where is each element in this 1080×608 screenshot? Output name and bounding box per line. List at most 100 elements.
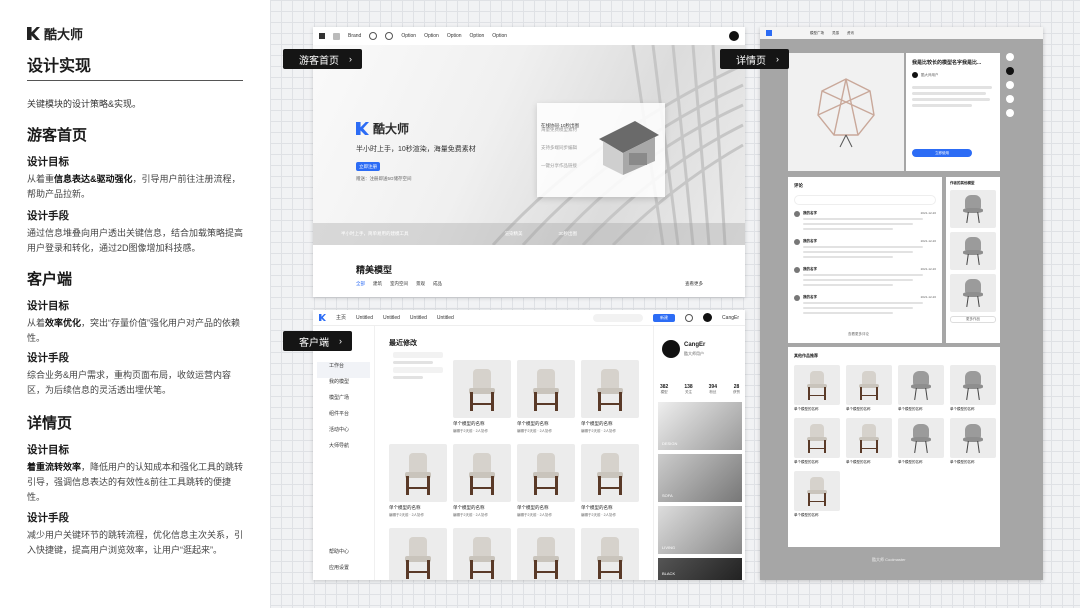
action-rail bbox=[1006, 53, 1016, 117]
comment-input[interactable] bbox=[794, 195, 936, 205]
brand-name[interactable]: Brand bbox=[348, 33, 361, 39]
related-card[interactable]: 单个模型的名称 bbox=[950, 418, 996, 465]
model-card[interactable]: 单个模型的名称编辑于2天前 · 2人协作 bbox=[389, 444, 447, 518]
tab-file[interactable]: Untitled bbox=[437, 315, 454, 321]
model-thumb[interactable] bbox=[950, 232, 996, 270]
model-card[interactable]: 单个模型的名称编辑于2天前 · 2人协作 bbox=[453, 360, 511, 434]
related-card[interactable]: 单个模型的名称 bbox=[898, 418, 944, 465]
avatar[interactable] bbox=[703, 313, 713, 322]
profile-avatar[interactable] bbox=[662, 340, 680, 358]
more-icon[interactable] bbox=[1006, 109, 1014, 117]
model-card[interactable]: 单个模型的名称编辑于2天前 · 2人协作 bbox=[517, 360, 575, 434]
sidebar-item[interactable]: 我的模型 bbox=[313, 378, 374, 394]
sidebar-item[interactable]: 组件平台 bbox=[313, 410, 374, 426]
model-viewer[interactable] bbox=[788, 53, 904, 171]
banner[interactable]: LIVING bbox=[658, 506, 742, 554]
sidebar-item[interactable]: 模型广场 bbox=[313, 394, 374, 410]
filter-tab[interactable]: 建筑 bbox=[373, 281, 382, 287]
commenter-avatar[interactable] bbox=[794, 211, 800, 217]
list-title[interactable]: 最近修改 bbox=[389, 338, 417, 348]
more-works-button[interactable]: 更多作品 bbox=[950, 316, 996, 323]
tab-file[interactable]: Untitled bbox=[410, 315, 427, 321]
commenter-name[interactable]: 我的名字 bbox=[803, 211, 817, 216]
like-icon[interactable] bbox=[1006, 53, 1014, 61]
comment-list: 我的名字 2021-12-20 我的名字 2021-12-20 我的名字 2021-12-… bbox=[794, 211, 936, 317]
nav-option[interactable]: Option bbox=[492, 33, 507, 39]
cloud-icon[interactable] bbox=[369, 32, 378, 40]
banner[interactable]: SOFA bbox=[658, 454, 742, 502]
help-icon[interactable] bbox=[385, 32, 394, 40]
comment-time: 2021-12-20 bbox=[920, 239, 936, 243]
nav-link[interactable]: 模型广场 bbox=[810, 31, 824, 36]
commenter-avatar[interactable] bbox=[794, 239, 800, 245]
sidebar-settings[interactable]: 应用设置 bbox=[329, 564, 349, 571]
nav-option[interactable]: Option bbox=[424, 33, 439, 39]
avatar[interactable] bbox=[1006, 67, 1014, 75]
more-comments-link[interactable]: 查看更多评论 bbox=[848, 332, 869, 337]
new-button[interactable]: 新建 bbox=[653, 313, 676, 322]
author-name[interactable]: 酷大师用户 bbox=[921, 73, 939, 78]
related-card[interactable]: 单个模型的名称 bbox=[846, 365, 892, 412]
register-button[interactable]: 立即注册 bbox=[356, 162, 380, 171]
card-meta-time: 编辑于2天前 bbox=[517, 513, 537, 517]
feature-item[interactable]: 在线协同·10秒出图 bbox=[541, 109, 597, 128]
related-card[interactable]: 单个模型的名称 bbox=[794, 471, 840, 518]
filter-tab[interactable]: 室内空间 bbox=[390, 281, 408, 287]
feature-item[interactable]: 海量免费模型素材 bbox=[541, 127, 597, 145]
related-card[interactable]: 单个模型的名称 bbox=[794, 365, 840, 412]
sidebar-item[interactable]: 活动中心 bbox=[313, 426, 374, 442]
commenter-avatar[interactable] bbox=[794, 267, 800, 273]
nav-option[interactable]: Option bbox=[470, 33, 485, 39]
search-input[interactable] bbox=[593, 313, 644, 322]
related-card[interactable]: 单个模型的名称 bbox=[846, 418, 892, 465]
model-card[interactable]: 单个模型的名称编辑于2天前 · 2人协作 bbox=[453, 528, 511, 580]
nav-option[interactable]: Option bbox=[447, 33, 462, 39]
nav-option[interactable]: Option bbox=[401, 33, 416, 39]
commenter-avatar[interactable] bbox=[794, 295, 800, 301]
use-model-button[interactable]: 立即使用 bbox=[912, 149, 972, 157]
tab-file[interactable]: Untitled bbox=[356, 315, 373, 321]
user-name[interactable]: CangEr bbox=[722, 315, 739, 321]
model-card[interactable]: 单个模型的名称编辑于2天前 · 2人协作 bbox=[517, 528, 575, 580]
related-card[interactable]: 单个模型的名称 bbox=[950, 365, 996, 412]
commenter-name[interactable]: 我的名字 bbox=[803, 239, 817, 244]
notification-icon[interactable] bbox=[685, 313, 694, 322]
sidebar-item[interactable]: 大师导航 bbox=[313, 442, 374, 458]
model-card[interactable]: 单个模型的名称编辑于2天前 · 2人协作 bbox=[453, 444, 511, 518]
banner[interactable]: DESIGN bbox=[658, 402, 742, 450]
commenter-name[interactable]: 我的名字 bbox=[803, 267, 817, 272]
model-card[interactable]: 单个模型的名称编辑于2天前 · 2人协作 bbox=[581, 360, 639, 434]
avatar[interactable] bbox=[729, 31, 739, 41]
share-icon[interactable] bbox=[1006, 81, 1014, 89]
nav-link[interactable]: 灵感 bbox=[832, 31, 839, 36]
model-card[interactable]: 单个模型的名称编辑于2天前 · 2人协作 bbox=[517, 444, 575, 518]
logo-icon[interactable] bbox=[766, 30, 772, 36]
collect-icon[interactable] bbox=[1006, 95, 1014, 103]
related-card[interactable]: 单个模型的名称 bbox=[794, 418, 840, 465]
banner[interactable]: BLACK bbox=[658, 558, 742, 580]
model-card[interactable]: 单个模型的名称编辑于2天前 · 2人协作 bbox=[581, 444, 639, 518]
apps-icon[interactable] bbox=[319, 33, 325, 39]
logo-icon[interactable] bbox=[319, 314, 326, 321]
nav-link[interactable]: 资讯 bbox=[847, 31, 854, 36]
sidebar-help[interactable]: 帮助中心 bbox=[329, 548, 349, 555]
card-meta-collab: 2人协作 bbox=[539, 513, 553, 517]
feature-item[interactable]: 一键分享作品链接 bbox=[541, 163, 597, 181]
view-more-link[interactable]: 查看更多 bbox=[685, 281, 703, 287]
model-thumb[interactable] bbox=[950, 274, 996, 312]
model-thumb[interactable] bbox=[950, 190, 996, 228]
feature-item[interactable]: 支持多端同步编辑 bbox=[541, 145, 597, 163]
author-row: 酷大师用户 bbox=[912, 72, 994, 78]
commenter-name[interactable]: 我的名字 bbox=[803, 295, 817, 300]
sidebar-item-workbench[interactable]: 工作台 bbox=[317, 362, 370, 378]
tab-file[interactable]: Untitled bbox=[383, 315, 400, 321]
filter-tab[interactable]: 全部 bbox=[356, 281, 365, 287]
author-avatar[interactable] bbox=[912, 72, 918, 78]
filter-tab[interactable]: 成品 bbox=[433, 281, 442, 287]
related-card[interactable]: 单个模型的名称 bbox=[898, 365, 944, 412]
tab-home[interactable]: 主页 bbox=[336, 314, 346, 321]
hero-strip: 半小时上手，简单易用的建模工具 渲染精美 30秒出图 bbox=[313, 223, 745, 245]
filter-tab[interactable]: 景观 bbox=[416, 281, 425, 287]
model-card[interactable]: 单个模型的名称编辑于2天前 · 2人协作 bbox=[581, 528, 639, 580]
model-card[interactable]: 单个模型的名称编辑于2天前 · 2人协作 bbox=[389, 528, 447, 580]
